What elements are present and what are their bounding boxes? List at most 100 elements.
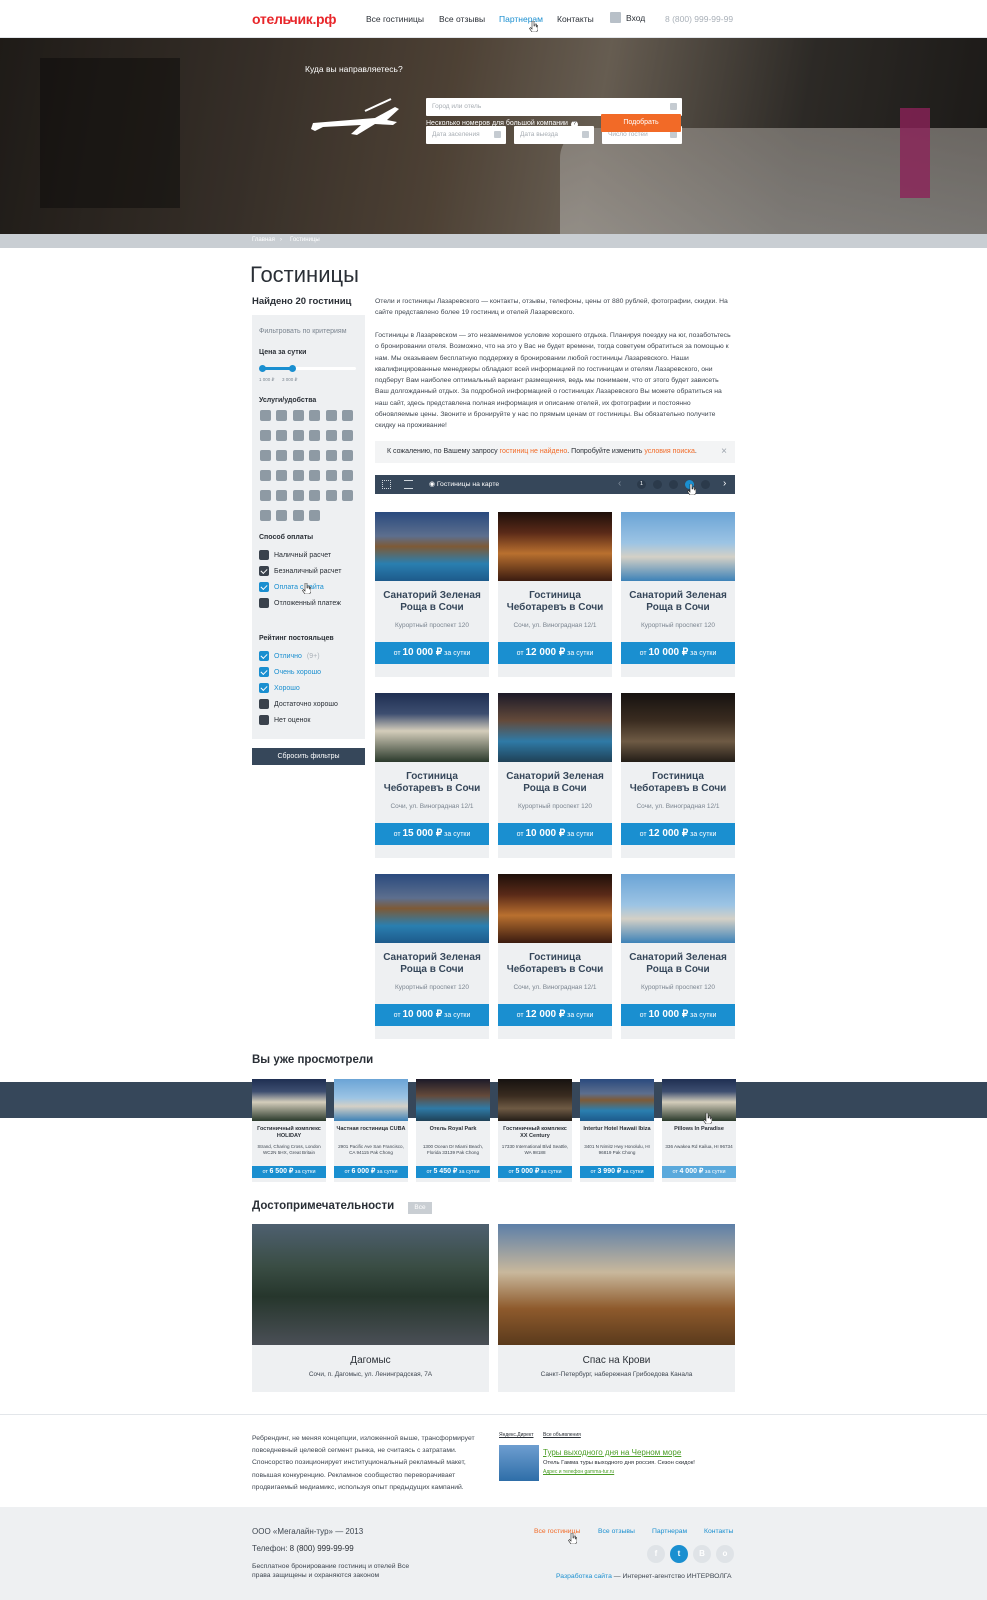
recent-hotel-price[interactable]: от 3 990 ₽ за сутки (580, 1166, 654, 1178)
shower-icon[interactable] (260, 490, 271, 501)
search-button[interactable]: Подобрать (601, 114, 681, 132)
elevator-icon[interactable] (309, 430, 321, 441)
scissors-icon[interactable] (325, 410, 337, 421)
luggage-icon[interactable] (309, 410, 321, 421)
nav-contacts[interactable]: Контакты (557, 14, 594, 24)
price-slider[interactable] (259, 365, 356, 372)
kitchen-icon[interactable] (309, 450, 321, 461)
sight-name[interactable]: Спас на Крови (498, 1355, 735, 1366)
page-dot[interactable] (669, 480, 678, 489)
developer-link[interactable]: Разработка сайта (556, 1573, 612, 1580)
hotel-card[interactable]: Санаторий Зеленая Роща в Сочи Курортный п… (621, 874, 735, 1039)
recent-hotel-card[interactable]: Intertur Hotel Hawaii Ibiza 3401 N Nimitz… (580, 1079, 654, 1182)
hotel-price-button[interactable]: от 12 000 ₽ за сутки (498, 642, 612, 664)
medical-icon[interactable] (276, 470, 288, 481)
wifi-icon[interactable] (341, 430, 353, 441)
map-view-button[interactable]: ◉ Гостиницы на карте (429, 480, 499, 488)
site-logo[interactable]: отельчик.рф (252, 11, 337, 27)
recent-hotel-photo[interactable] (580, 1079, 654, 1121)
hotel-photo[interactable] (621, 512, 735, 581)
bath-icon[interactable] (309, 470, 321, 481)
sauna-icon[interactable] (292, 510, 304, 521)
page-dot[interactable] (701, 480, 710, 489)
payment-online-checkbox[interactable]: Оплата с сайта (259, 582, 324, 592)
recent-hotel-price[interactable]: от 5 000 ₽ за сутки (498, 1166, 572, 1178)
hotel-photo[interactable] (375, 693, 489, 762)
sight-card[interactable]: Спас на Крови Санкт-Петербург, набережная… (498, 1224, 735, 1392)
recent-hotel-price[interactable]: от 4 000 ₽ за сутки (662, 1166, 736, 1178)
hotel-price-button[interactable]: от 15 000 ₽ за сутки (375, 823, 489, 845)
checkout-input[interactable]: Дата выезда (514, 126, 594, 144)
recent-hotel-photo[interactable] (662, 1079, 736, 1121)
spa-icon[interactable] (325, 450, 337, 461)
nav-all-hotels[interactable]: Все гостиницы (366, 14, 424, 24)
hotel-photo[interactable] (621, 693, 735, 762)
restaurant-icon[interactable] (260, 410, 271, 421)
list-view-icon[interactable] (404, 480, 413, 489)
hotel-name[interactable]: Гостиница Чеботаревъ в Сочи (498, 952, 612, 976)
recent-hotel-photo[interactable] (334, 1079, 408, 1121)
recent-hotel-name[interactable]: Отель Royal Park (416, 1126, 490, 1133)
recent-hotel-card[interactable]: Гостиничный комплекс HOLIDAY Strand, Char… (252, 1079, 326, 1182)
footer-link-all-reviews[interactable]: Все отзывы (598, 1528, 635, 1535)
rating-good-checkbox[interactable]: Хорошо (259, 683, 300, 693)
iron-icon[interactable] (341, 490, 353, 501)
hotel-price-button[interactable]: от 10 000 ₽ за сутки (498, 823, 612, 845)
odnoklassniki-icon[interactable]: о (716, 1545, 734, 1563)
hotel-card[interactable]: Гостиница Чеботаревъ в Сочи Сочи, ул. Вин… (375, 693, 489, 858)
hotel-price-button[interactable]: от 10 000 ₽ за сутки (375, 642, 489, 664)
recent-hotel-card[interactable]: Pillows In Paradise 336 Awakea Rd Kailua,… (662, 1079, 736, 1182)
price-slider-min-handle[interactable] (259, 365, 266, 372)
payment-cash-checkbox[interactable]: Наличный расчет (259, 550, 331, 560)
safe-icon[interactable] (276, 450, 288, 461)
footer-link-contacts[interactable]: Контакты (704, 1528, 733, 1535)
vkontakte-icon[interactable]: В (693, 1545, 711, 1563)
hotel-photo[interactable] (498, 874, 612, 943)
search-conditions-link[interactable]: условия поиска (644, 448, 695, 455)
reset-filters-button[interactable]: Сбросить фильтры (252, 748, 365, 765)
hotel-name[interactable]: Гостиница Чеботаревъ в Сочи (621, 771, 735, 795)
clock-icon[interactable] (341, 410, 353, 421)
recent-hotel-photo[interactable] (498, 1079, 572, 1121)
sight-name[interactable]: Дагомыс (252, 1355, 489, 1366)
hotel-price-button[interactable]: от 10 000 ₽ за сутки (621, 1004, 735, 1026)
recent-hotel-name[interactable]: Гостиничный комплекс XX Century (498, 1126, 572, 1140)
car-icon[interactable] (260, 450, 271, 461)
disabled-access-icon[interactable] (292, 450, 304, 461)
yandex-direct-link[interactable]: Яндекс.Директ (499, 1432, 533, 1438)
hotel-card[interactable]: Гостиница Чеботаревъ в Сочи Сочи, ул. Вин… (498, 512, 612, 677)
recent-hotel-card[interactable]: Гостиничный комплекс XX Century 17330 Int… (498, 1079, 572, 1182)
next-page-icon[interactable]: › (723, 478, 726, 489)
recent-hotel-price[interactable]: от 6 500 ₽ за сутки (252, 1166, 326, 1178)
page-dot[interactable] (653, 480, 662, 489)
hotel-price-button[interactable]: от 12 000 ₽ за сутки (498, 1004, 612, 1026)
rating-excellent-checkbox[interactable]: Отлично (9+) (259, 651, 320, 661)
recent-hotel-name[interactable]: Гостиничный комплекс HOLIDAY (252, 1126, 326, 1140)
rating-fair-checkbox[interactable]: Достаточно хорошо (259, 699, 338, 709)
payment-cashless-checkbox[interactable]: Безналичный расчет (259, 566, 341, 576)
hotel-card[interactable]: Гостиница Чеботаревъ в Сочи Сочи, ул. Вин… (621, 693, 735, 858)
price-slider-max-handle[interactable] (289, 365, 296, 372)
sight-card[interactable]: Дагомыс Сочи, п. Дагомыс, ул. Ленинградск… (252, 1224, 489, 1392)
rating-very-good-checkbox[interactable]: Очень хорошо (259, 667, 321, 677)
group-booking-note[interactable]: Несколько номеров для большой компании? (426, 120, 578, 128)
satellite-icon[interactable] (260, 430, 271, 441)
footer-link-partners[interactable]: Партнерам (652, 1528, 687, 1535)
ad-url-link[interactable]: Адрес и телефон gamma-tur.ru (543, 1469, 614, 1475)
page-1[interactable]: 1 (637, 480, 646, 489)
bed-icon[interactable] (309, 510, 321, 521)
beach-icon[interactable] (325, 430, 337, 441)
hotel-photo[interactable] (498, 512, 612, 581)
recent-hotel-price[interactable]: от 6 000 ₽ за сутки (334, 1166, 408, 1178)
twitter-icon[interactable]: t (670, 1545, 688, 1563)
hotel-price-button[interactable]: от 12 000 ₽ за сутки (621, 823, 735, 845)
hotel-photo[interactable] (375, 874, 489, 943)
payment-deferred-checkbox[interactable]: Отложенный платеж (259, 598, 341, 608)
hotel-name[interactable]: Санаторий Зеленая Роща в Сочи (621, 590, 735, 614)
recent-hotel-card[interactable]: Частная гостиница CUBA 2901 Pacific Ave S… (334, 1079, 408, 1182)
recent-hotel-name[interactable]: Pillows In Paradise (662, 1126, 736, 1133)
airplane-transfer-icon[interactable] (292, 470, 304, 481)
air-conditioner-icon[interactable] (309, 490, 321, 501)
snowflake-icon[interactable] (260, 510, 271, 521)
minibar-icon[interactable] (341, 470, 353, 481)
